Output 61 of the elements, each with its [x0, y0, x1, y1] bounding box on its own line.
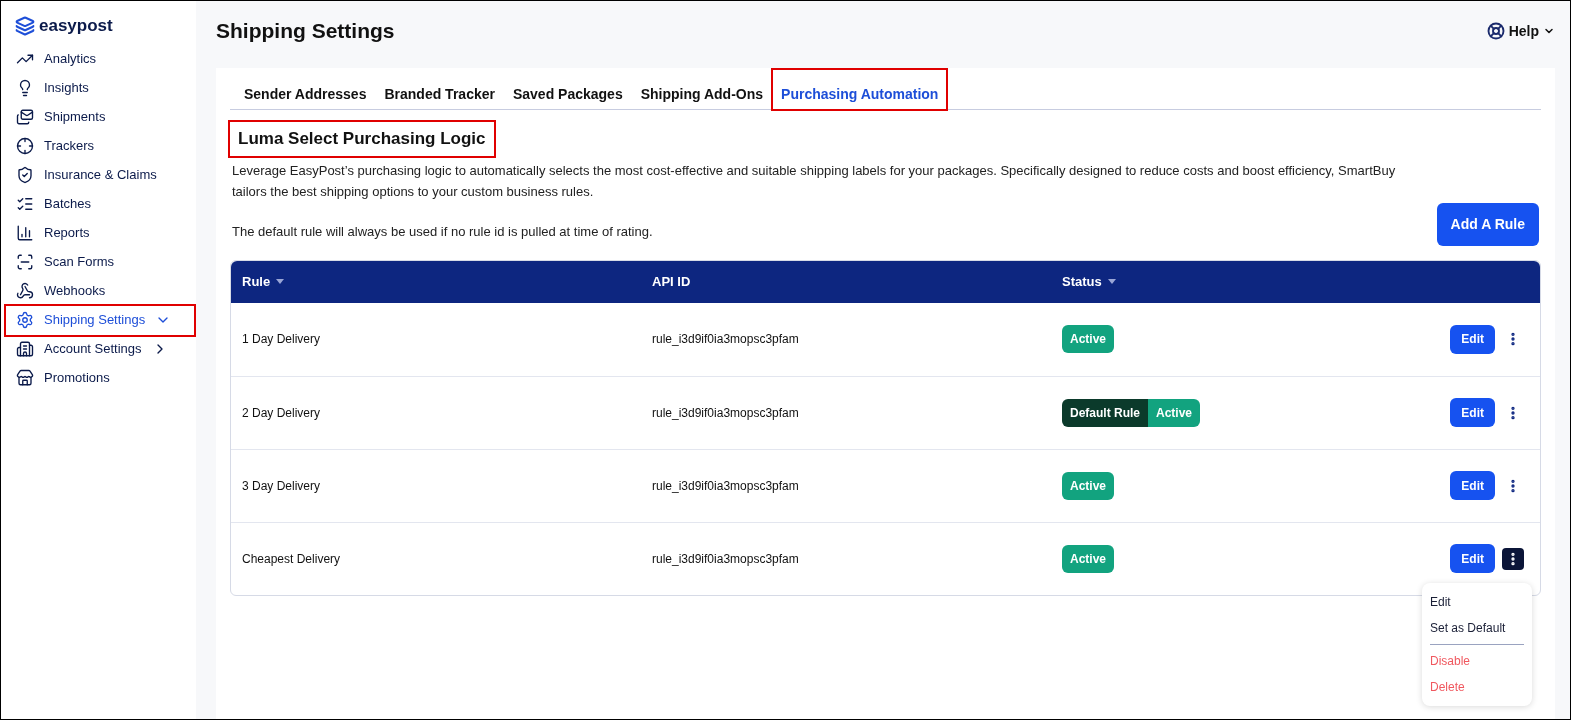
edit-button[interactable]: Edit	[1450, 324, 1495, 354]
table-cell: rule_i3d9if0ia3mopsc3pfam	[652, 551, 799, 566]
tab[interactable]: Sender Addresses	[236, 84, 375, 109]
sidebar-item[interactable]: Analytics	[6, 44, 194, 74]
table-cell: 2 Day Delivery	[242, 405, 321, 420]
table-cell: rule_i3d9if0ia3mopsc3pfam	[652, 478, 799, 493]
table-cell: rule_i3d9if0ia3mopsc3pfam	[652, 332, 799, 346]
lifebuoy-icon	[1486, 22, 1505, 40]
tab[interactable]: Branded Tracker	[376, 84, 503, 109]
edit-button[interactable]: Edit	[1450, 398, 1495, 427]
add-rule-button[interactable]: Add A Rule	[1436, 202, 1539, 246]
sidebar-item[interactable]: Account Settings	[6, 334, 194, 364]
sidebar-item[interactable]: Reports	[6, 218, 194, 248]
menu-item[interactable]: Edit	[1430, 588, 1524, 615]
column-header[interactable]: Status	[1062, 271, 1102, 292]
status-badge: Active	[1062, 544, 1115, 573]
table-cell: rule_i3d9if0ia3mopsc3pfam	[652, 405, 799, 420]
more-button[interactable]	[1502, 547, 1524, 570]
status-badge: Default Rule	[1062, 398, 1148, 427]
menu-item[interactable]: Set as Default	[1430, 614, 1524, 641]
checklist-icon	[16, 195, 34, 213]
sidebar-item[interactable]: Promotions	[6, 363, 194, 393]
sidebar-item[interactable]: Scan Forms	[6, 247, 194, 277]
status-badge: Active	[1062, 471, 1115, 500]
tab[interactable]: Saved Packages	[504, 84, 631, 109]
mail-stack-icon	[16, 108, 34, 126]
sort-caret-icon	[276, 279, 285, 284]
section-title: Luma Select Purchasing Logic	[230, 122, 494, 156]
sidebar-item[interactable]: Insights	[6, 73, 194, 103]
tab[interactable]: Purchasing Automation	[773, 70, 947, 109]
status-badge: Active	[1062, 325, 1115, 353]
sidebar-item[interactable]: Shipping Settings	[6, 305, 194, 335]
sidebar-item[interactable]: Shipments	[6, 102, 194, 132]
sidebar-item[interactable]: Webhooks	[6, 276, 194, 306]
table-cell: 3 Day Delivery	[242, 478, 321, 493]
table-cell: 1 Day Delivery	[242, 332, 321, 346]
building-icon	[16, 340, 34, 358]
sort-caret-icon	[1107, 279, 1116, 284]
column-header[interactable]: Rule	[242, 271, 271, 292]
bar-chart-icon	[16, 224, 34, 242]
column-header: API ID	[652, 272, 691, 291]
store-icon	[16, 369, 34, 387]
edit-button[interactable]: Edit	[1450, 544, 1495, 573]
page-title: Shipping Settings	[216, 18, 395, 45]
note-text: The default rule will always be used if no rule id is pulled at time of rating.	[232, 222, 654, 241]
sidebar-item[interactable]: Batches	[6, 189, 194, 219]
edit-button[interactable]: Edit	[1450, 471, 1495, 500]
sidebar-item[interactable]: Insurance & Claims	[6, 160, 194, 190]
status-badge: Active	[1148, 398, 1201, 427]
webhook-icon	[16, 282, 34, 300]
scanner-icon	[16, 253, 34, 271]
table-cell: Cheapest Delivery	[242, 551, 341, 566]
shield-check-icon	[16, 166, 34, 184]
crosshair-icon	[16, 137, 34, 155]
settings-icon	[16, 311, 34, 329]
tab[interactable]: Shipping Add-Ons	[632, 84, 772, 109]
sidebar-item[interactable]: Trackers	[6, 131, 194, 161]
logo-icon	[15, 15, 35, 36]
help-button[interactable]: Help	[1486, 20, 1555, 42]
logo-wordmark: easypost	[39, 15, 113, 37]
description-text: Leverage EasyPost’s purchasing logic to automatically selects the most cost-effective and suitable shipping labels for your packages. Specifically designed to reduce costs and boost efficiency, SmartBuy tailors the best shipping options to your custom business rules.	[232, 161, 1397, 201]
